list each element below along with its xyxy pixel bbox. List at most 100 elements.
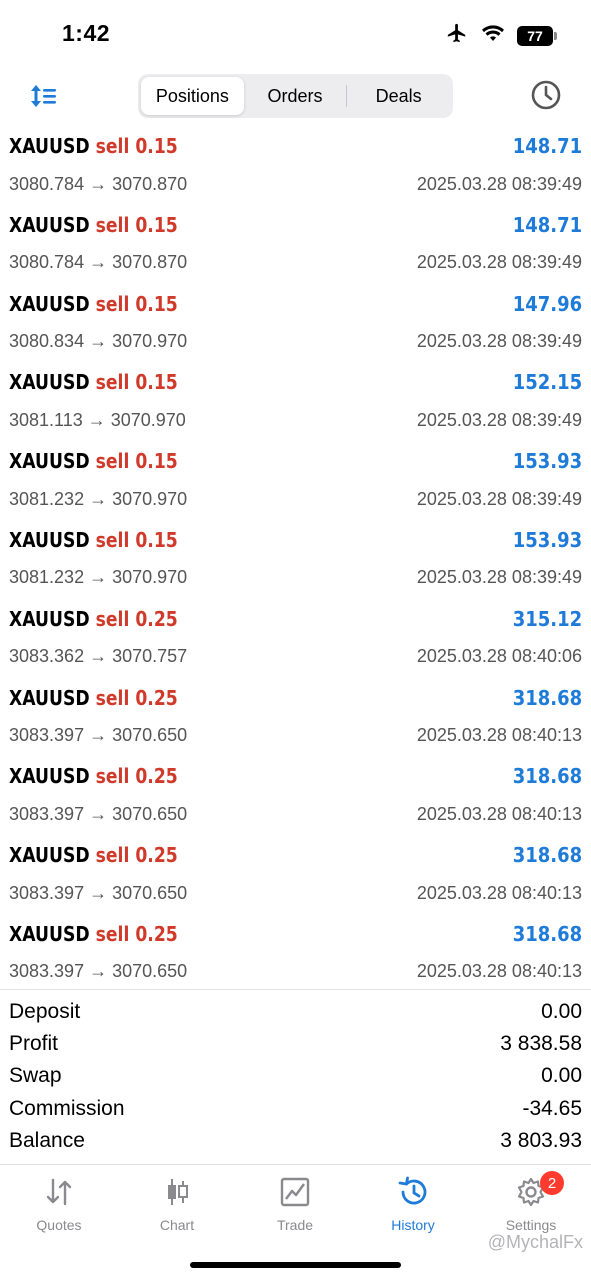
deal-symbol: XAUUSD sell 0.15 xyxy=(9,134,178,158)
tab-quotes[interactable]: Quotes xyxy=(0,1175,118,1233)
deal-prices: 3081.113 → 3070.970 xyxy=(9,409,186,430)
list-item[interactable]: XAUUSD sell 0.25 318.68 3083.397 → 3070.6… xyxy=(0,758,591,837)
summary-label: Balance xyxy=(9,1128,85,1152)
deal-side: sell xyxy=(95,606,130,631)
deal-side: sell xyxy=(95,921,130,946)
battery-icon: 77 xyxy=(517,25,557,46)
deal-volume: 0.25 xyxy=(135,843,178,868)
list-item[interactable]: XAUUSD sell 0.15 148.71 3080.784 → 3070.8… xyxy=(0,128,591,207)
tab-settings[interactable]: 2 Settings xyxy=(472,1171,590,1233)
deal-volume: 0.25 xyxy=(135,685,178,710)
list-item[interactable]: XAUUSD sell 0.15 153.93 3081.232 → 3070.9… xyxy=(0,443,591,522)
list-item[interactable]: XAUUSD sell 0.15 148.71 3080.784 → 3070.8… xyxy=(0,207,591,286)
tab-trade[interactable]: Trade xyxy=(236,1175,354,1233)
list-item[interactable]: XAUUSD sell 0.15 152.15 3081.113 → 3070.9… xyxy=(0,364,591,443)
deal-profit: 153.93 xyxy=(512,527,582,552)
summary-swap: Swap 0.00 xyxy=(0,1060,591,1092)
deal-symbol: XAUUSD sell 0.25 xyxy=(9,606,178,631)
watermark: @MychalFx xyxy=(487,1232,583,1252)
deal-time: 2025.03.28 08:40:13 xyxy=(416,961,582,982)
deal-prices: 3083.397 → 3070.650 xyxy=(9,725,188,746)
deal-time: 2025.03.28 08:39:49 xyxy=(416,173,582,194)
deal-time: 2025.03.28 08:39:49 xyxy=(416,567,582,588)
deal-prices: 3083.397 → 3070.650 xyxy=(9,882,188,903)
clock-icon[interactable] xyxy=(529,78,563,112)
deal-symbol: XAUUSD sell 0.25 xyxy=(9,921,178,946)
summary-profit: Profit 3 838.58 xyxy=(0,1028,591,1060)
wifi-icon xyxy=(481,24,505,47)
deal-side: sell xyxy=(95,527,130,552)
deal-side: sell xyxy=(95,843,130,868)
list-item[interactable]: XAUUSD sell 0.15 147.96 3080.834 → 3070.9… xyxy=(0,286,591,365)
deal-profit: 315.12 xyxy=(512,606,582,631)
quotes-icon xyxy=(42,1175,76,1209)
deal-side: sell xyxy=(95,212,130,237)
deal-volume: 0.25 xyxy=(135,921,178,946)
deal-profit: 148.71 xyxy=(512,212,582,237)
tab-history[interactable]: History xyxy=(354,1175,472,1233)
status-time: 1:42 xyxy=(62,20,111,46)
deal-side: sell xyxy=(95,764,130,789)
home-indicator xyxy=(190,1262,401,1268)
deal-time: 2025.03.28 08:40:13 xyxy=(416,725,582,746)
deal-profit: 318.68 xyxy=(512,843,582,868)
deal-time: 2025.03.28 08:39:49 xyxy=(416,252,582,273)
deal-prices: 3080.784 → 3070.870 xyxy=(9,173,188,194)
summary-deposit: Deposit 0.00 xyxy=(0,996,591,1028)
chart-icon xyxy=(160,1175,194,1209)
deal-volume: 0.15 xyxy=(135,134,178,158)
divider xyxy=(0,989,591,990)
deal-symbol: XAUUSD sell 0.15 xyxy=(9,370,178,395)
deal-time: 2025.03.28 08:40:13 xyxy=(416,803,582,824)
deal-symbol: XAUUSD sell 0.15 xyxy=(9,212,178,237)
deal-profit: 318.68 xyxy=(512,764,582,789)
deal-symbol: XAUUSD sell 0.15 xyxy=(9,449,178,474)
list-item[interactable]: XAUUSD sell 0.25 315.12 3083.362 → 3070.7… xyxy=(0,601,591,680)
deal-volume: 0.25 xyxy=(135,606,178,631)
deal-profit: 152.15 xyxy=(512,370,582,395)
deal-volume: 0.15 xyxy=(135,527,178,552)
status-icons: 77 xyxy=(445,22,557,49)
summary-value: 3 838.58 xyxy=(500,1032,582,1056)
summary-value: 3 803.93 xyxy=(500,1128,582,1152)
deal-time: 2025.03.28 08:40:06 xyxy=(416,646,582,667)
deal-symbol: XAUUSD sell 0.25 xyxy=(9,685,178,710)
deal-volume: 0.25 xyxy=(135,764,178,789)
deal-time: 2025.03.28 08:39:49 xyxy=(416,331,582,352)
deal-profit: 147.96 xyxy=(512,291,582,316)
trade-icon xyxy=(278,1175,312,1209)
tab-orders[interactable]: Orders xyxy=(244,77,347,115)
deal-prices: 3083.397 → 3070.650 xyxy=(9,961,188,982)
tab-positions[interactable]: Positions xyxy=(141,77,244,115)
deal-symbol: XAUUSD sell 0.25 xyxy=(9,764,178,789)
deal-symbol: XAUUSD sell 0.15 xyxy=(9,291,178,316)
deal-side: sell xyxy=(95,685,130,710)
list-item[interactable]: XAUUSD sell 0.25 318.68 3083.397 → 3070.6… xyxy=(0,837,591,916)
deal-prices: 3083.397 → 3070.650 xyxy=(9,803,188,824)
segmented-control: Positions Orders Deals xyxy=(138,74,453,118)
deal-time: 2025.03.28 08:40:13 xyxy=(416,882,582,903)
deal-symbol: XAUUSD sell 0.25 xyxy=(9,843,178,868)
deal-side: sell xyxy=(95,370,130,395)
summary-label: Swap xyxy=(9,1064,62,1088)
status-bar: 1:42 77 xyxy=(0,0,591,66)
deal-time: 2025.03.28 08:39:49 xyxy=(416,409,582,430)
deal-side: sell xyxy=(95,134,130,158)
list-item[interactable]: XAUUSD sell 0.25 318.68 3083.397 → 3070.6… xyxy=(0,916,591,995)
summary-label: Deposit xyxy=(9,1000,81,1024)
deal-prices: 3083.362 → 3070.757 xyxy=(9,646,188,667)
deal-volume: 0.15 xyxy=(135,291,178,316)
deal-side: sell xyxy=(95,449,130,474)
deal-volume: 0.15 xyxy=(135,370,178,395)
deal-volume: 0.15 xyxy=(135,449,178,474)
deal-prices: 3081.232 → 3070.970 xyxy=(9,488,188,509)
airplane-icon xyxy=(445,22,469,49)
list-item[interactable]: XAUUSD sell 0.15 153.93 3081.232 → 3070.9… xyxy=(0,522,591,601)
list-item[interactable]: XAUUSD sell 0.25 318.68 3083.397 → 3070.6… xyxy=(0,680,591,759)
deal-profit: 148.71 xyxy=(512,134,582,158)
notification-badge: 2 xyxy=(540,1171,564,1195)
sort-icon[interactable] xyxy=(28,80,60,112)
tab-chart[interactable]: Chart xyxy=(118,1175,236,1233)
tab-deals[interactable]: Deals xyxy=(347,77,450,115)
deal-volume: 0.15 xyxy=(135,212,178,237)
